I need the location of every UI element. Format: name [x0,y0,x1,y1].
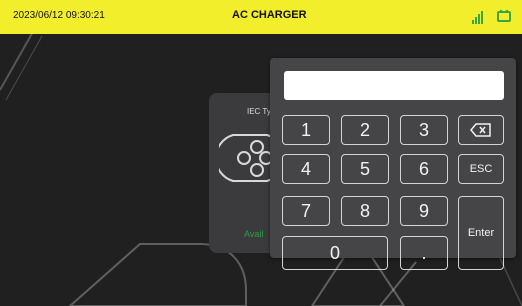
key-1[interactable]: 1 [282,115,330,145]
signal-bars-icon [472,10,486,24]
status-bar: 2023/06/12 09:30:21 AC CHARGER [0,0,522,34]
keypad-input-display[interactable] [284,71,504,100]
backspace-icon [470,123,491,137]
status-datetime: 2023/06/12 09:30:21 [13,10,105,21]
enter-button[interactable]: Enter [458,196,504,270]
key-2[interactable]: 2 [341,115,389,145]
backspace-button[interactable] [458,115,504,145]
esc-button[interactable]: ESC [458,154,504,184]
key-5[interactable]: 5 [341,154,389,184]
main-screen: IEC Ty Avail 1 2 3 4 5 6 ESC 7 8 9 Enter [0,34,522,306]
key-7[interactable]: 7 [282,196,330,226]
connector-status: Avail [244,229,264,239]
key-0[interactable]: 0 [282,236,388,270]
decimal-point-button[interactable]: . [400,236,448,270]
numeric-keypad: 1 2 3 4 5 6 ESC 7 8 9 Enter 0 . [270,58,516,270]
key-9[interactable]: 9 [400,196,448,226]
key-8[interactable]: 8 [341,196,389,226]
connector-type-label: IEC Ty [247,107,271,116]
key-6[interactable]: 6 [400,154,448,184]
key-3[interactable]: 3 [400,115,448,145]
charger-plug-icon [497,10,511,22]
app-title: AC CHARGER [232,9,307,21]
key-4[interactable]: 4 [282,154,330,184]
